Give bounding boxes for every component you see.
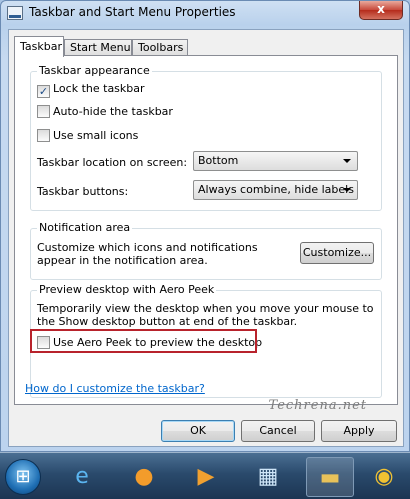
group-title-notification-area: Notification area (37, 221, 133, 234)
group-taskbar-appearance: Taskbar appearance ✓ Lock the taskbar Aut… (30, 64, 382, 211)
location-combo-value: Bottom (198, 154, 239, 167)
cancel-button[interactable]: Cancel (241, 420, 315, 442)
media-player-icon[interactable]: ▶ (182, 457, 230, 497)
window-app-icon (7, 6, 23, 20)
watermark: Techrena.net (268, 398, 367, 413)
buttons-combo-value: Always combine, hide labels (198, 183, 354, 196)
small-icons-checkbox[interactable] (37, 129, 50, 142)
internet-explorer-icon[interactable]: e (58, 457, 106, 497)
notification-description: Customize which icons and notifications … (37, 241, 258, 267)
tab-toolbars[interactable]: Toolbars (132, 39, 188, 56)
autohide-row[interactable]: Auto-hide the taskbar (37, 105, 173, 118)
properties-window: Taskbar and Start Menu Properties x Task… (0, 0, 410, 452)
chevron-down-icon (343, 159, 351, 163)
autohide-checkbox[interactable] (37, 105, 50, 118)
dialog-client: Taskbar Start Menu Toolbars Taskbar appe… (8, 29, 404, 447)
location-combo[interactable]: Bottom (193, 151, 358, 171)
firefox-icon[interactable]: ● (120, 457, 168, 497)
location-label: Taskbar location on screen: (37, 156, 188, 169)
group-notification-area: Notification area Customize which icons … (30, 221, 382, 280)
tab-panel-taskbar: Taskbar appearance ✓ Lock the taskbar Aut… (14, 55, 398, 405)
title-bar[interactable]: Taskbar and Start Menu Properties x (1, 1, 409, 27)
ok-button[interactable]: OK (161, 420, 235, 442)
tab-start-menu[interactable]: Start Menu (64, 39, 132, 56)
lock-taskbar-label: Lock the taskbar (53, 82, 145, 95)
live-icon[interactable]: ▦ (244, 457, 292, 497)
tab-taskbar[interactable]: Taskbar (14, 36, 64, 57)
window-title: Taskbar and Start Menu Properties (29, 5, 236, 19)
explorer-folder-icon[interactable]: ▬ (306, 457, 354, 497)
buttons-label: Taskbar buttons: (37, 185, 129, 198)
buttons-combo[interactable]: Always combine, hide labels (193, 180, 358, 200)
chevron-down-icon (343, 188, 351, 192)
small-icons-row[interactable]: Use small icons (37, 129, 138, 142)
customize-button[interactable]: Customize... (300, 242, 374, 264)
chrome-icon[interactable]: ◉ (360, 457, 408, 497)
small-icons-label: Use small icons (53, 129, 139, 142)
apply-button[interactable]: Apply (321, 420, 397, 442)
lock-taskbar-checkbox[interactable]: ✓ (37, 85, 50, 98)
group-title-aero-peek: Preview desktop with Aero Peek (37, 283, 217, 296)
aero-peek-description: Temporarily view the desktop when you mo… (37, 302, 374, 328)
highlight-annotation (30, 329, 257, 353)
lock-taskbar-row[interactable]: ✓ Lock the taskbar (37, 82, 145, 98)
group-title-taskbar-appearance: Taskbar appearance (37, 64, 152, 77)
close-button[interactable]: x (359, 1, 403, 20)
windows-taskbar: ⊞ e ● ▶ ▦ ▬ ◉ (0, 452, 410, 499)
help-link[interactable]: How do I customize the taskbar? (25, 382, 205, 395)
start-orb-icon[interactable]: ⊞ (5, 459, 41, 495)
autohide-label: Auto-hide the taskbar (53, 105, 173, 118)
